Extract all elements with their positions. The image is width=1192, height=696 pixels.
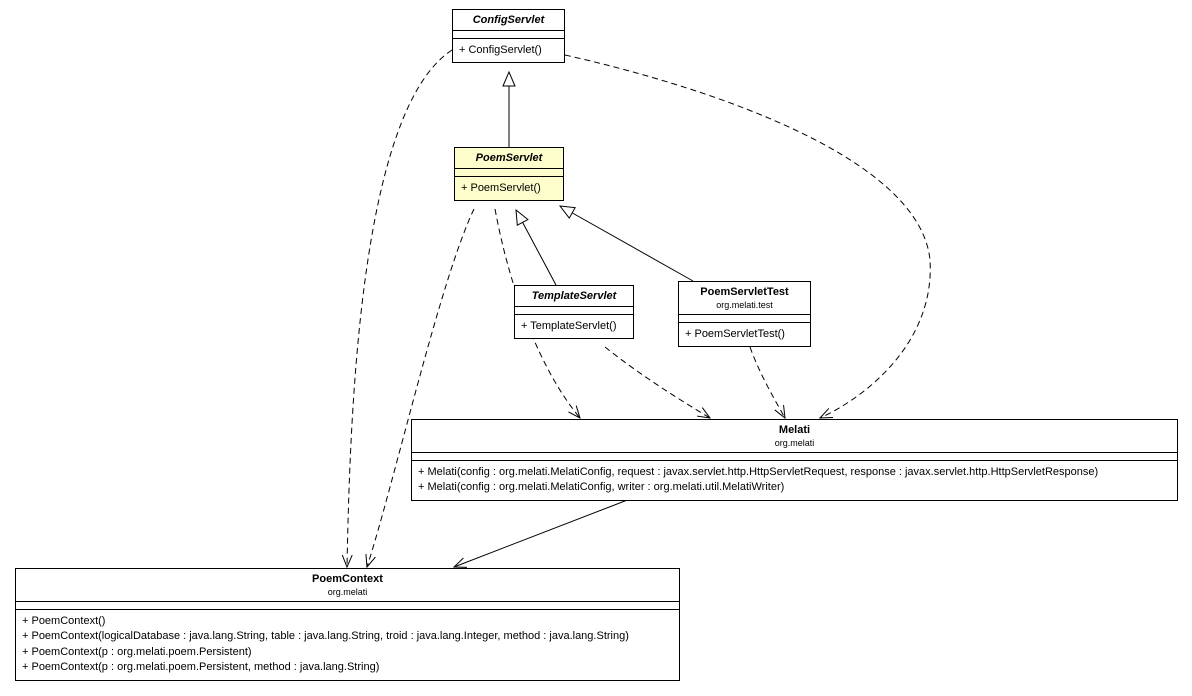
class-poem-servlet-test: PoemServletTest org.melati.test + PoemSe… [678, 281, 811, 347]
class-name: TemplateServlet [523, 290, 625, 302]
class-header: PoemServlet [455, 148, 563, 169]
class-package: org.melati [420, 438, 1169, 448]
class-ops: + TemplateServlet() [515, 315, 633, 338]
class-name: Melati [420, 424, 1169, 436]
operation: + ConfigServlet() [459, 43, 558, 58]
class-ops: + PoemServlet() [455, 177, 563, 200]
operation: + PoemServlet() [461, 181, 557, 196]
class-ops: + PoemServletTest() [679, 323, 810, 346]
class-name: PoemServletTest [687, 286, 802, 298]
class-name: PoemServlet [463, 152, 555, 164]
class-attrs [679, 315, 810, 323]
class-attrs [412, 453, 1177, 461]
operation: + PoemServletTest() [685, 327, 804, 342]
operation: + Melati(config : org.melati.MelatiConfi… [418, 480, 1171, 495]
class-package: org.melati.test [687, 300, 802, 310]
class-name: PoemContext [24, 573, 671, 585]
class-ops: + PoemContext() + PoemContext(logicalDat… [16, 610, 679, 680]
class-header: PoemServletTest org.melati.test [679, 282, 810, 315]
class-header: ConfigServlet [453, 10, 564, 31]
operation: + PoemContext(p : org.melati.poem.Persis… [22, 660, 673, 675]
class-poem-context: PoemContext org.melati + PoemContext() +… [15, 568, 680, 681]
class-name: ConfigServlet [461, 14, 556, 26]
class-attrs [515, 307, 633, 315]
class-attrs [455, 169, 563, 177]
class-poem-servlet: PoemServlet + PoemServlet() [454, 147, 564, 201]
operation: + TemplateServlet() [521, 319, 627, 334]
class-package: org.melati [24, 587, 671, 597]
operation: + PoemContext(p : org.melati.poem.Persis… [22, 645, 673, 660]
operation: + PoemContext(logicalDatabase : java.lan… [22, 629, 673, 644]
class-config-servlet: ConfigServlet + ConfigServlet() [452, 9, 565, 63]
class-header: Melati org.melati [412, 420, 1177, 453]
class-ops: + Melati(config : org.melati.MelatiConfi… [412, 461, 1177, 500]
class-attrs [453, 31, 564, 39]
class-ops: + ConfigServlet() [453, 39, 564, 62]
class-template-servlet: TemplateServlet + TemplateServlet() [514, 285, 634, 339]
class-melati: Melati org.melati + Melati(config : org.… [411, 419, 1178, 501]
operation: + Melati(config : org.melati.MelatiConfi… [418, 465, 1171, 480]
class-attrs [16, 602, 679, 610]
class-header: TemplateServlet [515, 286, 633, 307]
class-header: PoemContext org.melati [16, 569, 679, 602]
operation: + PoemContext() [22, 614, 673, 629]
